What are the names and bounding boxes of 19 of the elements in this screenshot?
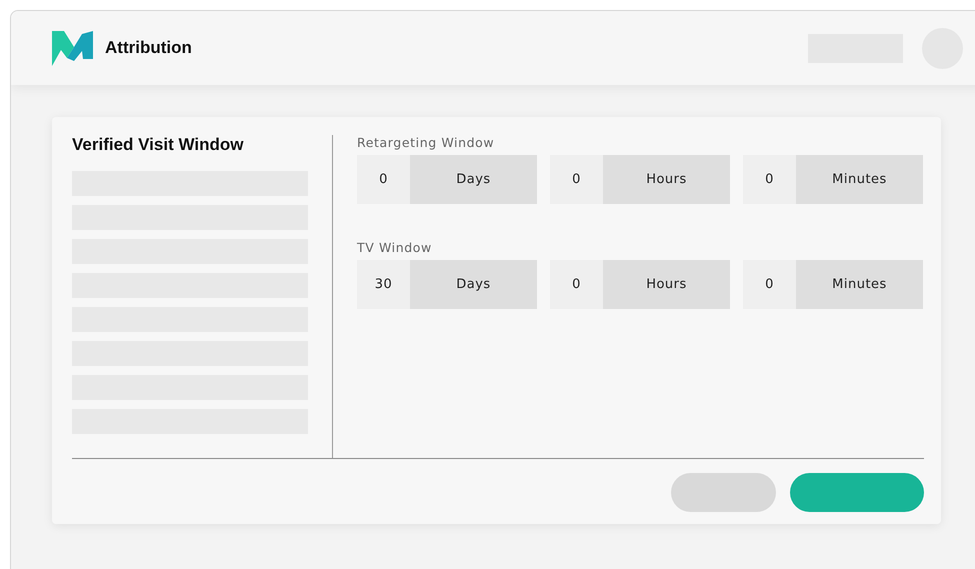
number-field[interactable]: 0 xyxy=(743,260,796,309)
unit-dropdown[interactable]: Days xyxy=(410,260,537,309)
unit-dropdown[interactable]: Hours xyxy=(603,155,730,204)
logo-icon xyxy=(52,30,93,66)
unit-dropdown[interactable]: Minutes xyxy=(796,155,923,204)
field-label: Retargeting Window xyxy=(357,135,496,150)
unit-dropdown[interactable]: Days xyxy=(410,155,537,204)
primary-button[interactable] xyxy=(790,473,924,512)
secondary-button[interactable] xyxy=(671,473,776,512)
number-field[interactable]: 0 xyxy=(357,155,410,204)
field-label: TV Window xyxy=(357,240,433,255)
number-field[interactable]: 0 xyxy=(550,260,603,309)
panel-title: Verified Visit Window xyxy=(72,135,244,155)
unit-dropdown[interactable]: Hours xyxy=(603,260,730,309)
number-field[interactable]: 30 xyxy=(357,260,410,309)
unit-dropdown[interactable]: Minutes xyxy=(796,260,923,309)
number-field[interactable]: 0 xyxy=(550,155,603,204)
number-field[interactable]: 0 xyxy=(743,155,796,204)
app-name: Attribution xyxy=(105,38,192,58)
